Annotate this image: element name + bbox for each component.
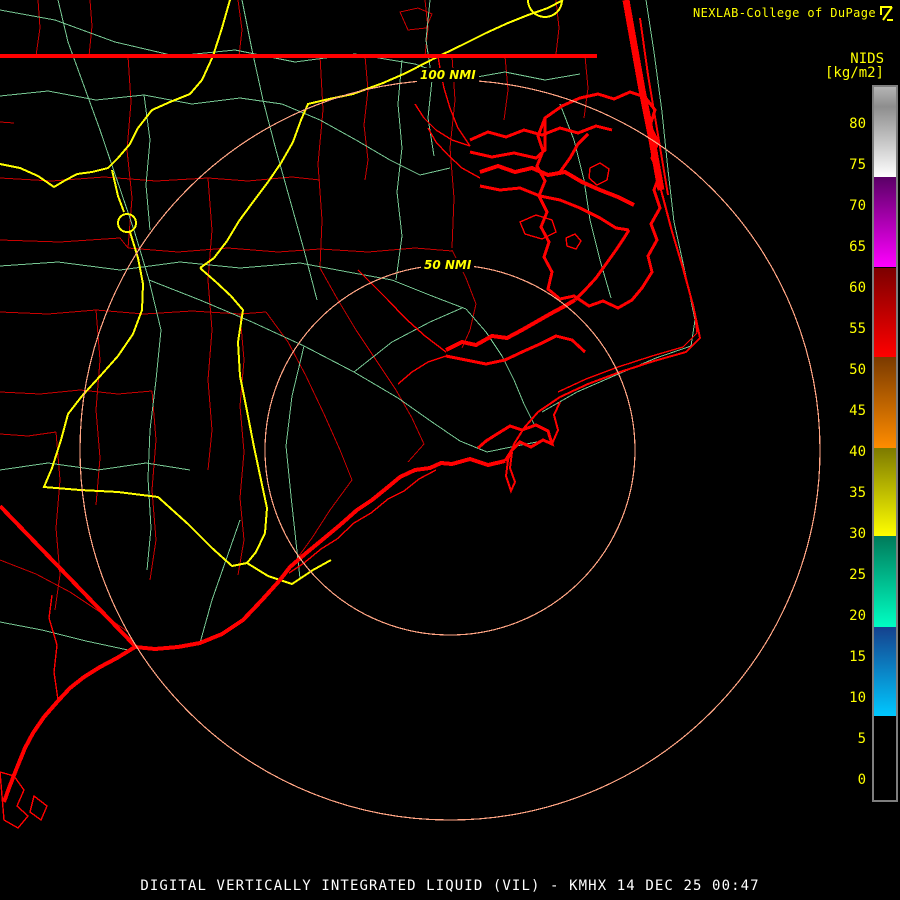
- cape-lookout: [504, 427, 525, 494]
- scale-tick-40: 40: [849, 444, 866, 460]
- product-caption: DIGITAL VERTICALLY INTEGRATED LIQUID (VI…: [140, 878, 760, 894]
- base-map: [0, 0, 821, 829]
- scale-tick-80: 80: [849, 116, 866, 132]
- scale-tick-25: 25: [849, 567, 866, 583]
- units-label: [kg/m2]: [824, 65, 884, 81]
- source-attribution: NEXLAB-College of DuPage: [693, 6, 876, 20]
- lake-2: [565, 233, 582, 250]
- cape-fear-river: [48, 594, 59, 701]
- scale-segment-teal: [874, 535, 896, 627]
- range-rings: [79, 79, 821, 821]
- scale-tick-30: 30: [849, 526, 866, 542]
- range-ring-50nmi: [264, 264, 636, 636]
- lake-1: [588, 162, 610, 186]
- scale-tick-10: 10: [849, 690, 866, 706]
- scale-segment-yellow: [874, 447, 896, 536]
- scale-tick-55: 55: [849, 321, 866, 337]
- lake-mattamuskeet: [519, 214, 557, 240]
- scale-tick-70: 70: [849, 198, 866, 214]
- vil-color-scale: [872, 85, 898, 802]
- scale-segment-purple: [874, 177, 896, 268]
- scale-tick-20: 20: [849, 608, 866, 624]
- road-lines: [0, 0, 696, 651]
- radar-display: 50 NMI 100 NMI NEXLAB-College of DuPage …: [0, 0, 900, 900]
- scale-tick-5: 5: [857, 731, 866, 747]
- scale-tick-50: 50: [849, 362, 866, 378]
- scale-segment-orange: [874, 356, 896, 448]
- intracoastal-marsh: [288, 469, 437, 574]
- scale-segment-red: [874, 267, 896, 357]
- state-border-southwest: [0, 504, 139, 650]
- scale-tick-15: 15: [849, 649, 866, 665]
- college-of-dupage-logo-icon: [880, 6, 893, 21]
- scale-tick-75: 75: [849, 157, 866, 173]
- pamlico-sound-west-shore: [573, 229, 631, 302]
- scale-segment-gray: [874, 87, 896, 178]
- range-ring-label-50nmi: 50 NMI: [421, 258, 475, 272]
- scale-tick-65: 65: [849, 239, 866, 255]
- mainland-coast: [2, 456, 506, 803]
- scale-tick-35: 35: [849, 485, 866, 501]
- neuse-river-north: [445, 298, 577, 352]
- neuse-river-south: [445, 334, 587, 366]
- county-boundary-lines: [0, 0, 589, 633]
- roanoke-river: [414, 103, 471, 147]
- coastline-and-borders: [0, 0, 702, 829]
- scale-segment-black: [874, 716, 896, 799]
- scale-tick-0: 0: [857, 772, 866, 788]
- range-ring-100nmi: [79, 79, 821, 821]
- scale-tick-45: 45: [849, 403, 866, 419]
- scale-segment-blue: [874, 626, 896, 717]
- scale-tick-60: 60: [849, 280, 866, 296]
- range-ring-label-100nmi: 100 NMI: [417, 68, 479, 82]
